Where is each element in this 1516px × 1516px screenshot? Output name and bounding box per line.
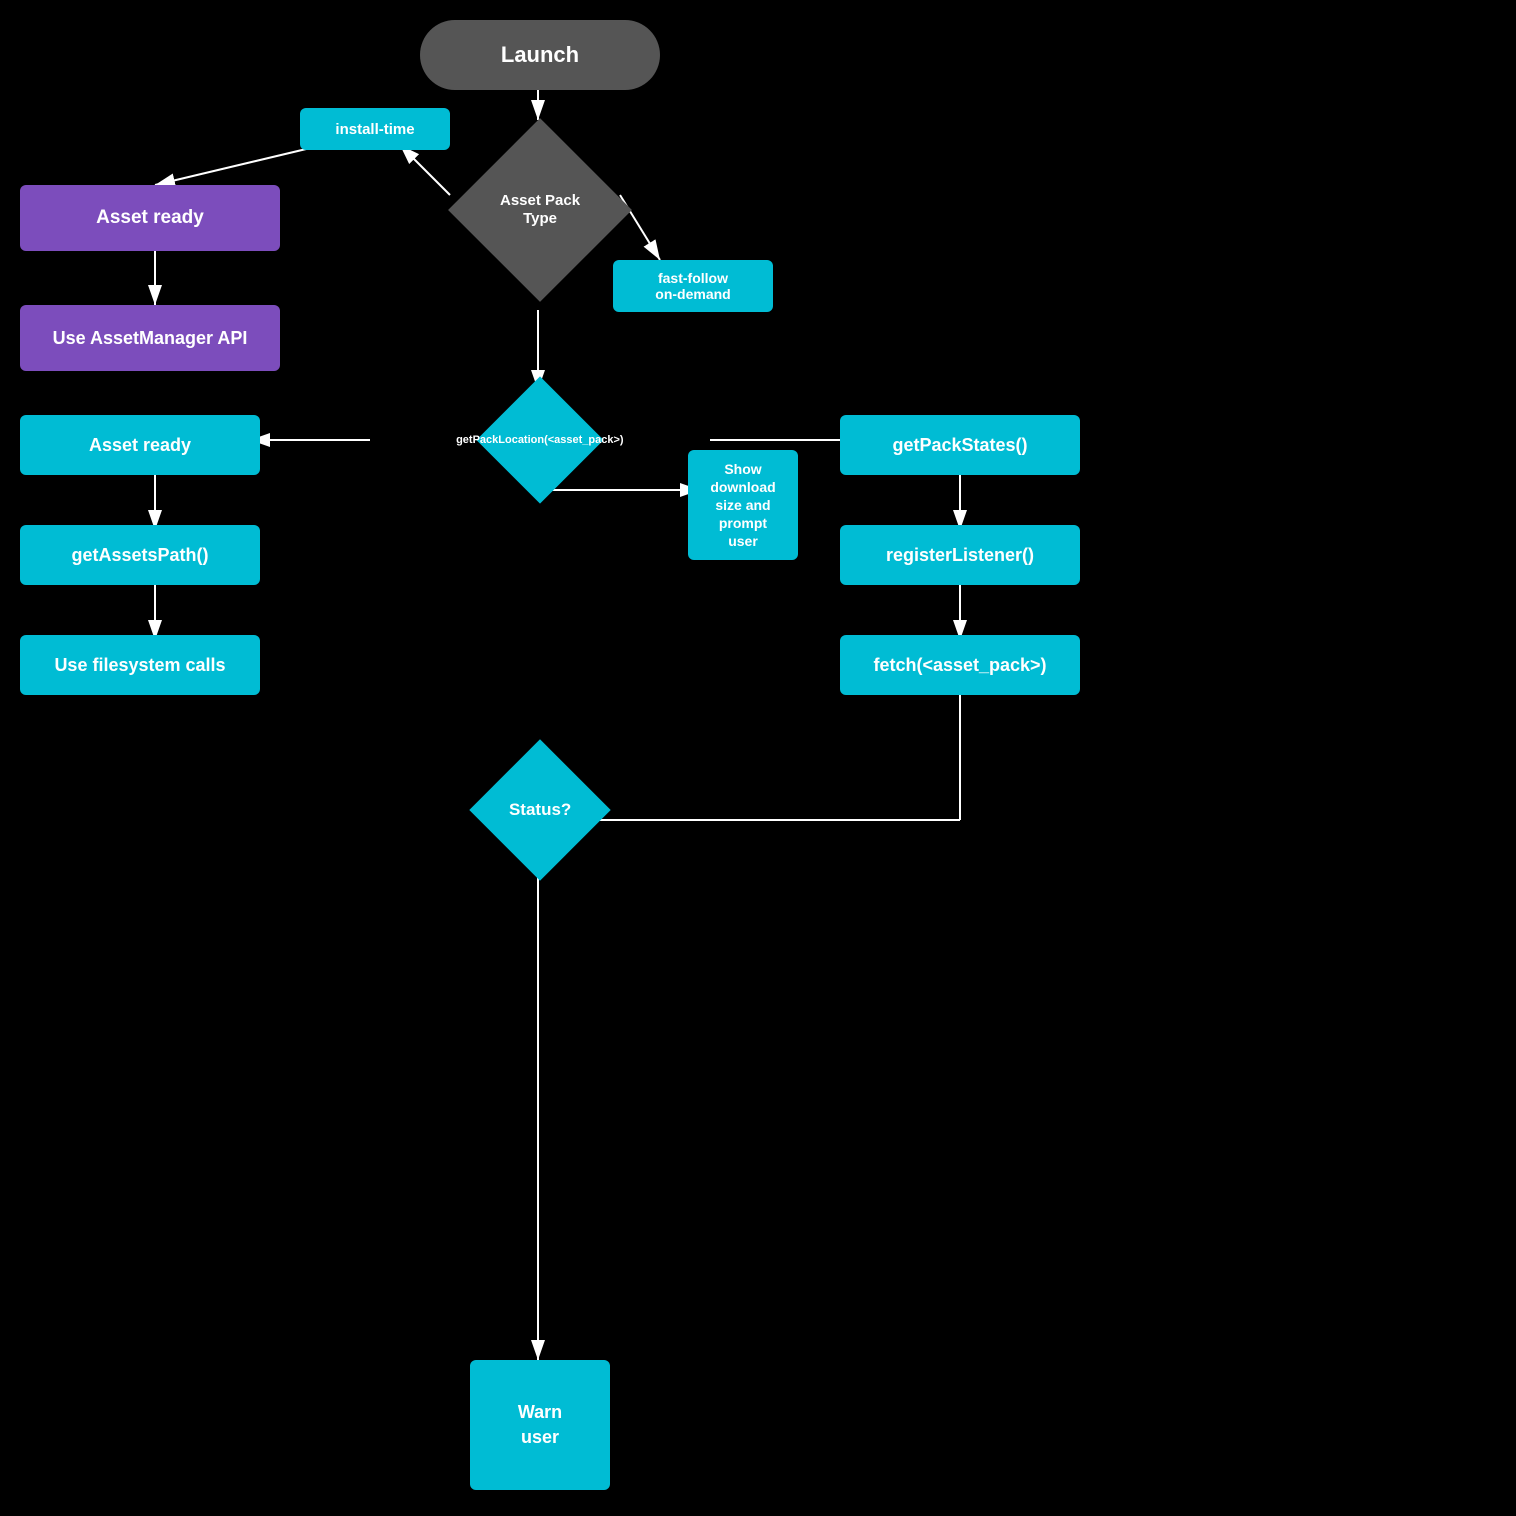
install-time-text: install-time: [335, 121, 414, 138]
register-listener-text: registerListener(): [886, 545, 1034, 566]
use-asset-manager-node: Use AssetManager API: [20, 305, 280, 371]
install-time-label: install-time: [300, 108, 450, 150]
fast-follow-text: fast-follow on-demand: [655, 270, 730, 302]
launch-label: Launch: [501, 42, 579, 68]
use-asset-manager-text: Use AssetManager API: [53, 328, 248, 349]
use-filesystem-node: Use filesystem calls: [20, 635, 260, 695]
asset-ready-2-text: Asset ready: [89, 435, 191, 456]
register-listener-node: registerListener(): [840, 525, 1080, 585]
fetch-node: fetch(<asset_pack>): [840, 635, 1080, 695]
get-pack-location-text: getPackLocation(<asset_pack>): [456, 434, 624, 446]
get-assets-path-text: getAssetsPath(): [71, 545, 208, 566]
asset-ready-1-text: Asset ready: [96, 207, 204, 229]
get-assets-path-node: getAssetsPath(): [20, 525, 260, 585]
get-pack-states-text: getPackStates(): [892, 435, 1027, 456]
get-pack-states-node: getPackStates(): [840, 415, 1080, 475]
show-download-text: Show download size and prompt user: [710, 460, 775, 551]
asset-pack-type-text: Asset Pack Type: [500, 192, 580, 228]
asset-pack-type-diamond: Asset Pack Type: [450, 120, 630, 300]
asset-ready-2-node: Asset ready: [20, 415, 260, 475]
get-pack-location-diamond: getPackLocation(<asset_pack>): [340, 380, 740, 500]
fetch-text: fetch(<asset_pack>): [873, 655, 1046, 676]
warn-user-text: Warn user: [518, 1400, 562, 1450]
launch-node: Launch: [420, 20, 660, 90]
status-diamond: Status?: [450, 740, 630, 880]
status-text: Status?: [509, 800, 571, 820]
warn-user-node: Warn user: [470, 1360, 610, 1490]
show-download-node: Show download size and prompt user: [688, 450, 798, 560]
use-filesystem-text: Use filesystem calls: [54, 655, 225, 676]
flowchart: Launch install-time fast-follow on-deman…: [0, 0, 1516, 1516]
asset-ready-1-node: Asset ready: [20, 185, 280, 251]
fast-follow-label: fast-follow on-demand: [613, 260, 773, 312]
